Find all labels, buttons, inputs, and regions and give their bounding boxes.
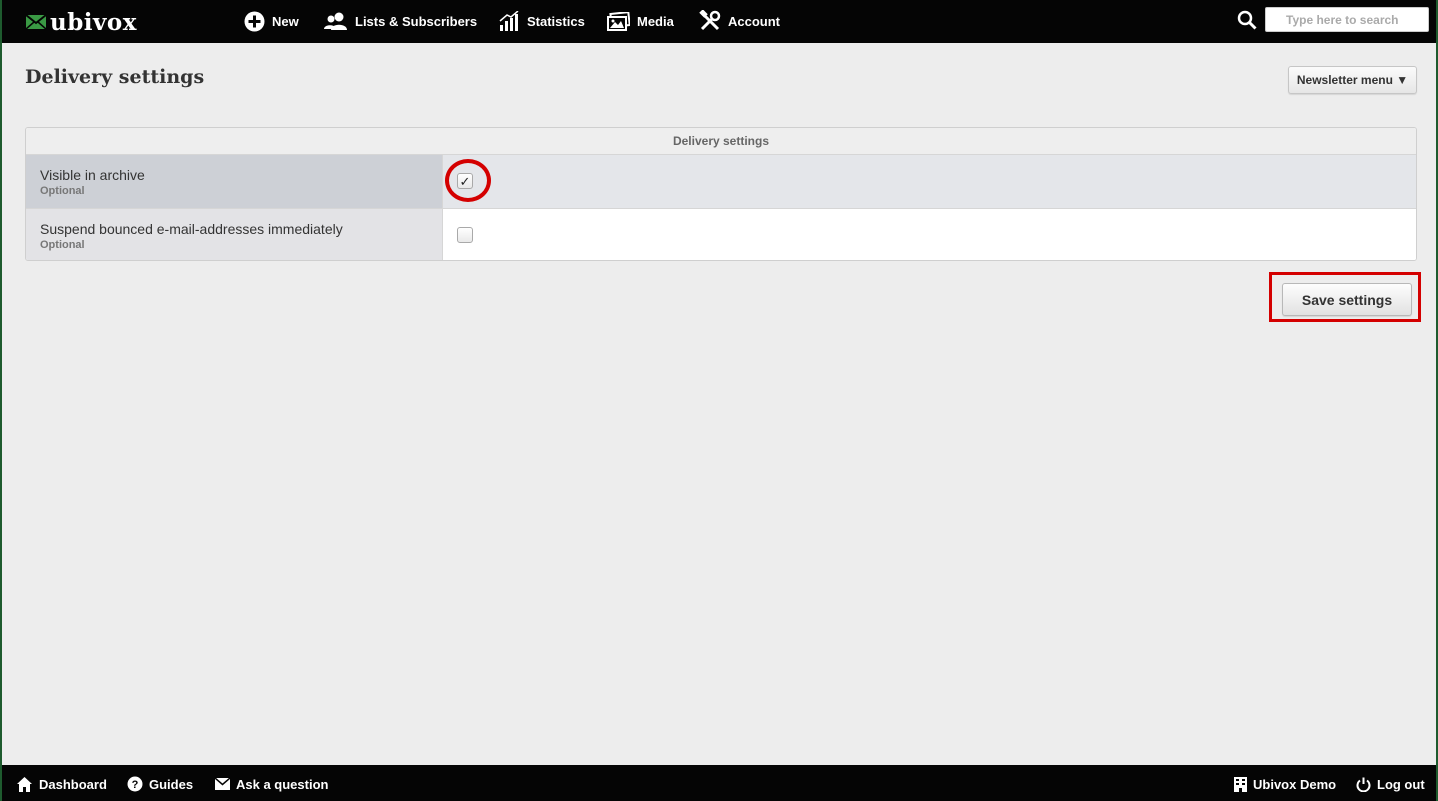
setting-hint: Optional <box>40 185 85 197</box>
setting-label: Suspend bounced e-mail-addresses immedia… <box>40 221 343 237</box>
search-input[interactable] <box>1265 7 1429 32</box>
plus-circle-icon <box>244 11 265 31</box>
footer-ask-question[interactable]: Ask a question <box>215 774 328 794</box>
visible-in-archive-checkbox[interactable]: ✓ <box>457 173 473 189</box>
envelope-icon <box>215 778 230 790</box>
nav-statistics[interactable]: Statistics <box>499 9 585 33</box>
nav-new[interactable]: New <box>244 9 299 33</box>
logo-text: ubivox <box>50 8 137 36</box>
nav-new-label: New <box>272 13 299 29</box>
building-icon <box>1234 776 1247 792</box>
statistics-icon <box>499 11 519 31</box>
nav-account-label: Account <box>728 13 780 29</box>
footer-dashboard[interactable]: Dashboard <box>16 774 107 794</box>
setting-hint: Optional <box>40 239 85 251</box>
footer-guides[interactable]: ? Guides <box>127 774 193 794</box>
footer-account-name[interactable]: Ubivox Demo <box>1234 774 1336 794</box>
setting-label-cell: Visible in archive Optional <box>26 155 443 208</box>
nav-lists-subscribers-label: Lists & Subscribers <box>355 13 478 29</box>
footer-ask-question-label: Ask a question <box>236 776 329 792</box>
tools-icon <box>699 10 721 31</box>
newsletter-menu-button[interactable]: Newsletter menu ▼ <box>1288 66 1417 94</box>
setting-label-cell: Suspend bounced e-mail-addresses immedia… <box>26 209 443 260</box>
home-icon <box>17 776 32 792</box>
svg-text:?: ? <box>132 779 139 791</box>
footer-bar: Dashboard ? Guides Ask a question Ubivox… <box>2 765 1436 801</box>
ubivox-logo[interactable]: ubivox <box>26 8 137 36</box>
setting-row-suspend-bounced: Suspend bounced e-mail-addresses immedia… <box>26 208 1416 260</box>
users-icon <box>324 12 347 30</box>
nav-media-label: Media <box>637 13 674 29</box>
panel-header: Delivery settings <box>26 128 1416 155</box>
suspend-bounced-checkbox[interactable] <box>457 227 473 243</box>
nav-statistics-label: Statistics <box>527 13 585 29</box>
setting-label: Visible in archive <box>40 167 145 183</box>
nav-media[interactable]: Media <box>607 9 674 33</box>
power-icon <box>1356 777 1371 792</box>
setting-value-cell: ✓ <box>443 155 1416 208</box>
delivery-settings-panel: Delivery settings Visible in archive Opt… <box>25 127 1417 261</box>
setting-row-visible-in-archive: Visible in archive Optional ✓ <box>26 155 1416 208</box>
footer-dashboard-label: Dashboard <box>39 776 107 792</box>
footer-logout-label: Log out <box>1377 776 1425 792</box>
save-settings-button[interactable]: Save settings <box>1282 283 1412 316</box>
question-icon: ? <box>127 776 143 792</box>
media-icon <box>607 11 630 31</box>
setting-value-cell <box>443 209 1416 260</box>
logo-envelope-icon <box>26 14 46 30</box>
nav-account[interactable]: Account <box>699 9 780 33</box>
page-title: Delivery settings <box>25 66 205 88</box>
nav-lists-subscribers[interactable]: Lists & Subscribers <box>324 9 477 33</box>
footer-account-name-label: Ubivox Demo <box>1253 776 1337 792</box>
footer-guides-label: Guides <box>149 776 194 792</box>
footer-logout[interactable]: Log out <box>1356 774 1425 794</box>
top-navigation-bar: ubivox New Lists & Subscribers Statistic… <box>2 0 1436 43</box>
search-icon[interactable] <box>1237 10 1257 30</box>
